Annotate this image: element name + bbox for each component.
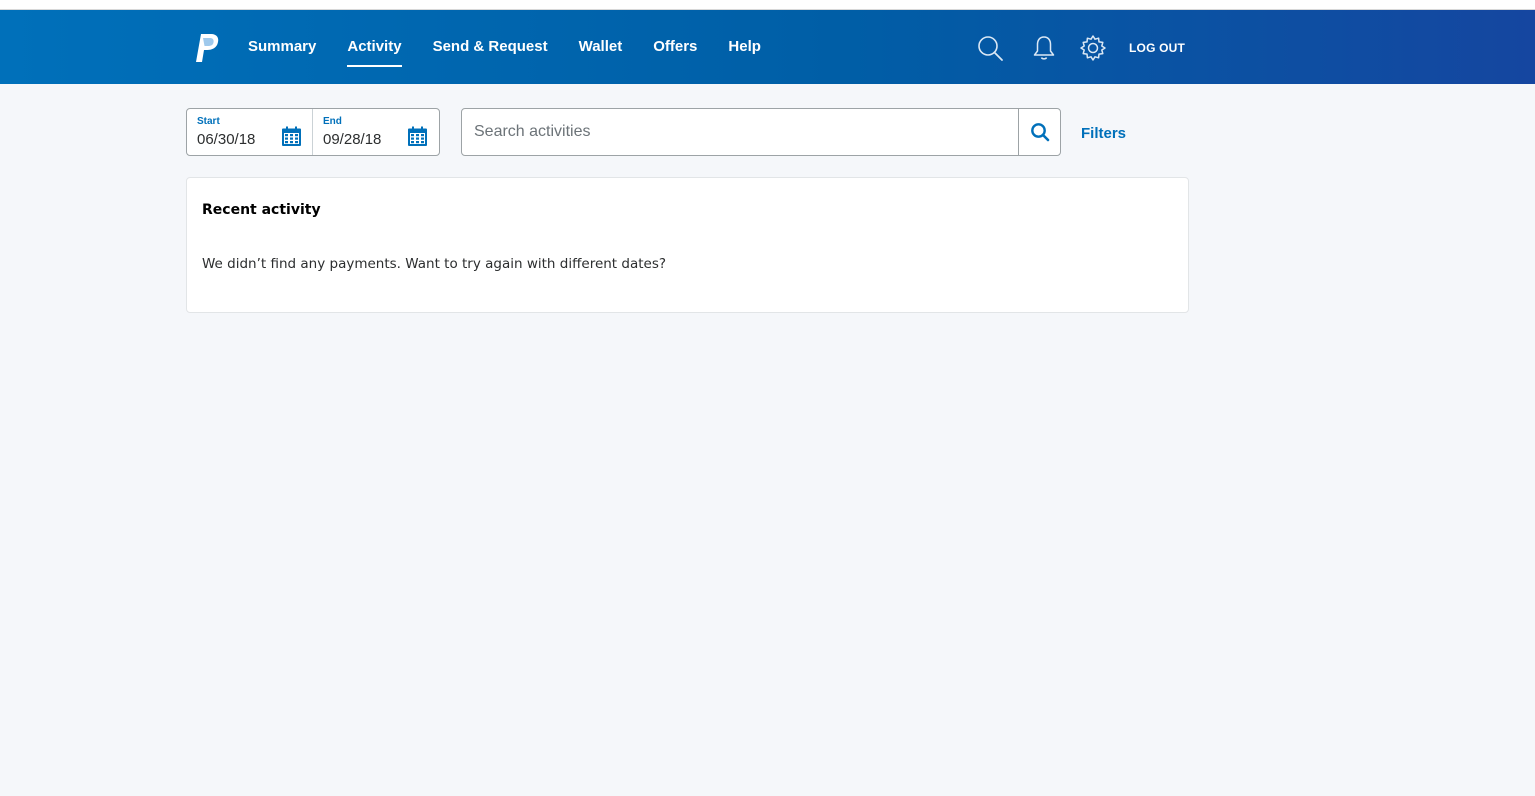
nav-offers[interactable]: Offers [653, 37, 697, 57]
no-payments-message: We didn’t find any payments. Want to try… [202, 256, 667, 272]
recent-activity-card: Recent activity We didn’t find any payme… [186, 177, 1189, 313]
end-date-value[interactable]: 09/28/18 [323, 131, 381, 148]
calendar-icon[interactable] [281, 126, 302, 147]
nav-summary[interactable]: Summary [248, 37, 316, 57]
end-date-label: End [323, 116, 342, 127]
search-icon [1030, 123, 1049, 142]
search-input[interactable] [462, 109, 1018, 155]
nav-activity[interactable]: Activity [347, 37, 402, 67]
logout-button[interactable]: LOG OUT [1129, 41, 1185, 55]
calendar-icon[interactable] [407, 126, 428, 147]
nav-send-request[interactable]: Send & Request [433, 37, 548, 57]
start-date-field[interactable]: Start 06/30/18 [187, 109, 313, 155]
search-icon[interactable] [976, 34, 1004, 62]
nav-wallet[interactable]: Wallet [579, 37, 623, 57]
gear-icon[interactable] [1079, 34, 1107, 62]
date-range-picker: Start 06/30/18 End 09/28/18 [186, 108, 440, 156]
top-navigation-bar: Summary Activity Send & Request Wallet O… [0, 10, 1535, 84]
end-date-field[interactable]: End 09/28/18 [313, 109, 439, 155]
start-date-value[interactable]: 06/30/18 [197, 131, 255, 148]
browser-chrome-strip [0, 0, 1535, 10]
nav-help[interactable]: Help [728, 37, 761, 57]
search-button[interactable] [1018, 109, 1060, 155]
activity-search [461, 108, 1061, 156]
paypal-logo-icon[interactable] [192, 32, 220, 64]
filters-link[interactable]: Filters [1081, 125, 1126, 142]
recent-activity-title: Recent activity [202, 202, 321, 218]
start-date-label: Start [197, 116, 220, 127]
main-nav: Summary Activity Send & Request Wallet O… [248, 10, 792, 84]
bell-icon[interactable] [1030, 34, 1058, 62]
